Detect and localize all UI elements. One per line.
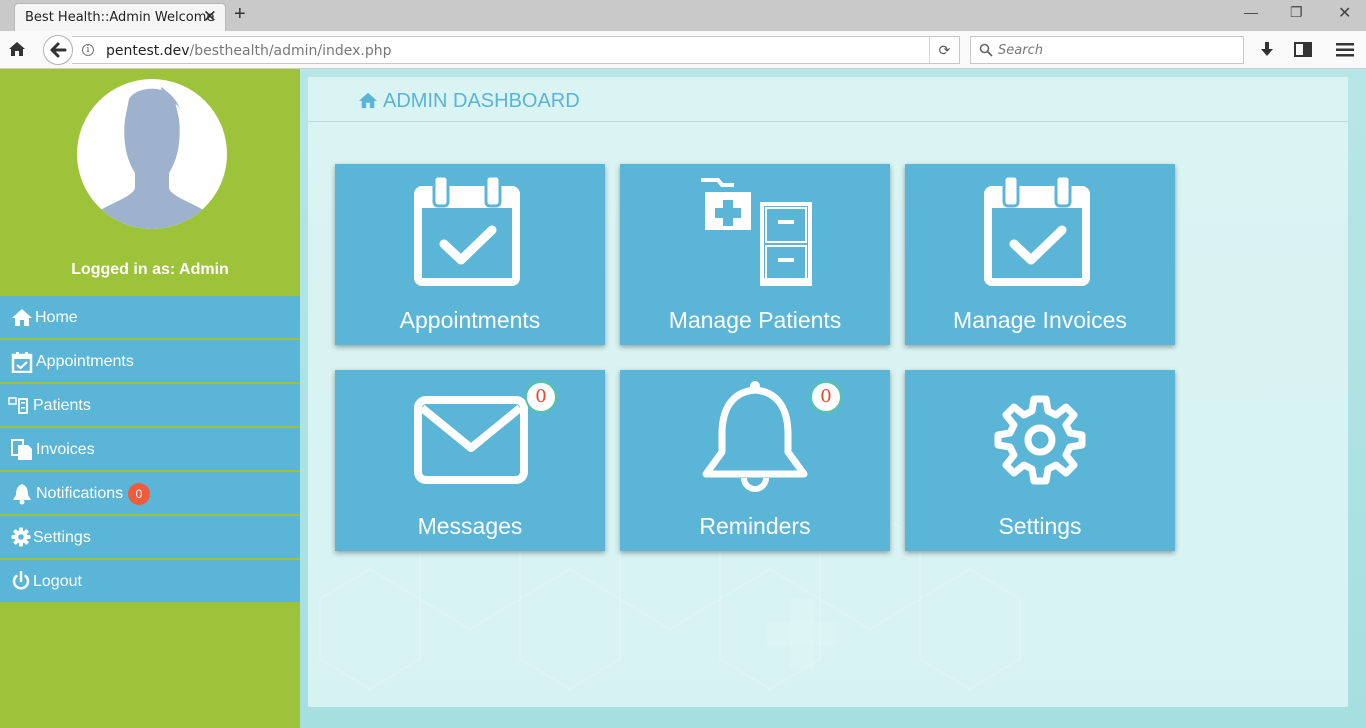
logged-in-label: Logged in as: Admin: [71, 261, 229, 278]
calendar-check-icon: [11, 351, 33, 374]
search-icon: [979, 43, 993, 62]
card-label: Settings: [998, 513, 1082, 539]
close-tab-icon[interactable]: ✕: [203, 7, 217, 27]
home-icon: [358, 91, 378, 114]
patient-files-icon: [701, 178, 812, 286]
sidebar-item-label: Home: [35, 309, 78, 326]
page: Logged in as: Admin Home Appointments Pa…: [0, 69, 1366, 728]
browser-tab[interactable]: Best Health::Admin Welcome ✕: [14, 3, 226, 31]
sidebar-item-label: Notifications: [36, 485, 124, 502]
url-text[interactable]: pentest.dev/besthealth/admin/index.php: [106, 43, 392, 59]
settings-card[interactable]: Settings: [905, 370, 1175, 551]
sidebar-item-home[interactable]: Home: [0, 296, 300, 340]
bell-icon: [702, 381, 808, 492]
gear-icon: [11, 527, 33, 549]
sidebar-item-label: Logout: [33, 573, 82, 590]
menu-icon[interactable]: [1336, 42, 1354, 62]
card-label: Appointments: [399, 307, 541, 333]
page-title: ADMIN DASHBOARD: [383, 90, 580, 112]
card-label: Reminders: [699, 513, 811, 539]
downloads-icon[interactable]: [1259, 40, 1275, 63]
home-icon: [11, 307, 33, 329]
sidebar-item-settings[interactable]: Settings: [0, 516, 300, 560]
appointments-card[interactable]: Appointments: [335, 164, 605, 345]
sidebar-item-notifications[interactable]: Notifications 0: [0, 472, 300, 516]
card-label: Manage Patients: [668, 307, 842, 333]
sidebar-item-invoices[interactable]: Invoices: [0, 428, 300, 472]
navigation-toolbar: i pentest.dev/besthealth/admin/index.php…: [0, 31, 1366, 69]
sidebar-item-patients[interactable]: Patients: [0, 384, 300, 428]
calendar-check-icon: [984, 174, 1090, 286]
avatar: [77, 79, 227, 229]
sidebar-item-logout[interactable]: Logout: [0, 560, 300, 604]
sidebar-item-label: Patients: [33, 397, 91, 414]
home-icon[interactable]: [8, 41, 26, 62]
notifications-badge: 0: [128, 483, 150, 505]
search-box[interactable]: Search: [970, 36, 1244, 64]
envelope-icon: [414, 396, 528, 484]
sidebar-item-appointments[interactable]: Appointments: [0, 340, 300, 384]
sidebar: Logged in as: Admin Home Appointments Pa…: [0, 69, 300, 728]
messages-count-badge: 0: [525, 381, 557, 413]
restore-icon[interactable]: ❐: [1290, 4, 1303, 21]
sidebar-item-label: Invoices: [36, 441, 95, 458]
gear-icon: [994, 395, 1086, 485]
files-icon: [8, 395, 30, 417]
close-window-icon[interactable]: ✕: [1338, 3, 1351, 23]
reminders-card[interactable]: 0 Reminders: [620, 370, 890, 551]
card-label: Messages: [417, 513, 523, 539]
back-button[interactable]: [43, 35, 73, 65]
sidebar-item-label: Settings: [33, 529, 91, 546]
minimize-icon[interactable]: —: [1244, 4, 1258, 20]
reload-icon[interactable]: ⟳: [929, 37, 959, 63]
calendar-check-icon: [414, 174, 520, 286]
search-placeholder: Search: [998, 43, 1043, 58]
bell-icon: [11, 483, 33, 505]
sidebar-item-label: Appointments: [36, 353, 134, 370]
address-bar[interactable]: i pentest.dev/besthealth/admin/index.php…: [72, 36, 960, 64]
manage-invoices-card[interactable]: Manage Invoices: [905, 164, 1175, 345]
dashboard-header: ADMIN DASHBOARD: [308, 77, 1348, 122]
messages-card[interactable]: 0 Messages: [335, 370, 605, 551]
new-tab-icon[interactable]: +: [234, 3, 246, 26]
reminders-count-badge: 0: [810, 381, 842, 413]
sidebar-menu: Home Appointments Patients Invoices Noti…: [0, 296, 300, 604]
sidebar-toggle-icon[interactable]: [1294, 42, 1312, 62]
power-icon: [11, 570, 33, 593]
info-icon[interactable]: i: [82, 44, 94, 56]
manage-patients-card[interactable]: Manage Patients: [620, 164, 890, 345]
documents-icon: [11, 439, 33, 461]
card-label: Manage Invoices: [953, 307, 1127, 333]
browser-tab-strip: Best Health::Admin Welcome ✕ + — ❐ ✕: [0, 0, 1366, 31]
tab-title: Best Health::Admin Welcome: [25, 10, 215, 25]
